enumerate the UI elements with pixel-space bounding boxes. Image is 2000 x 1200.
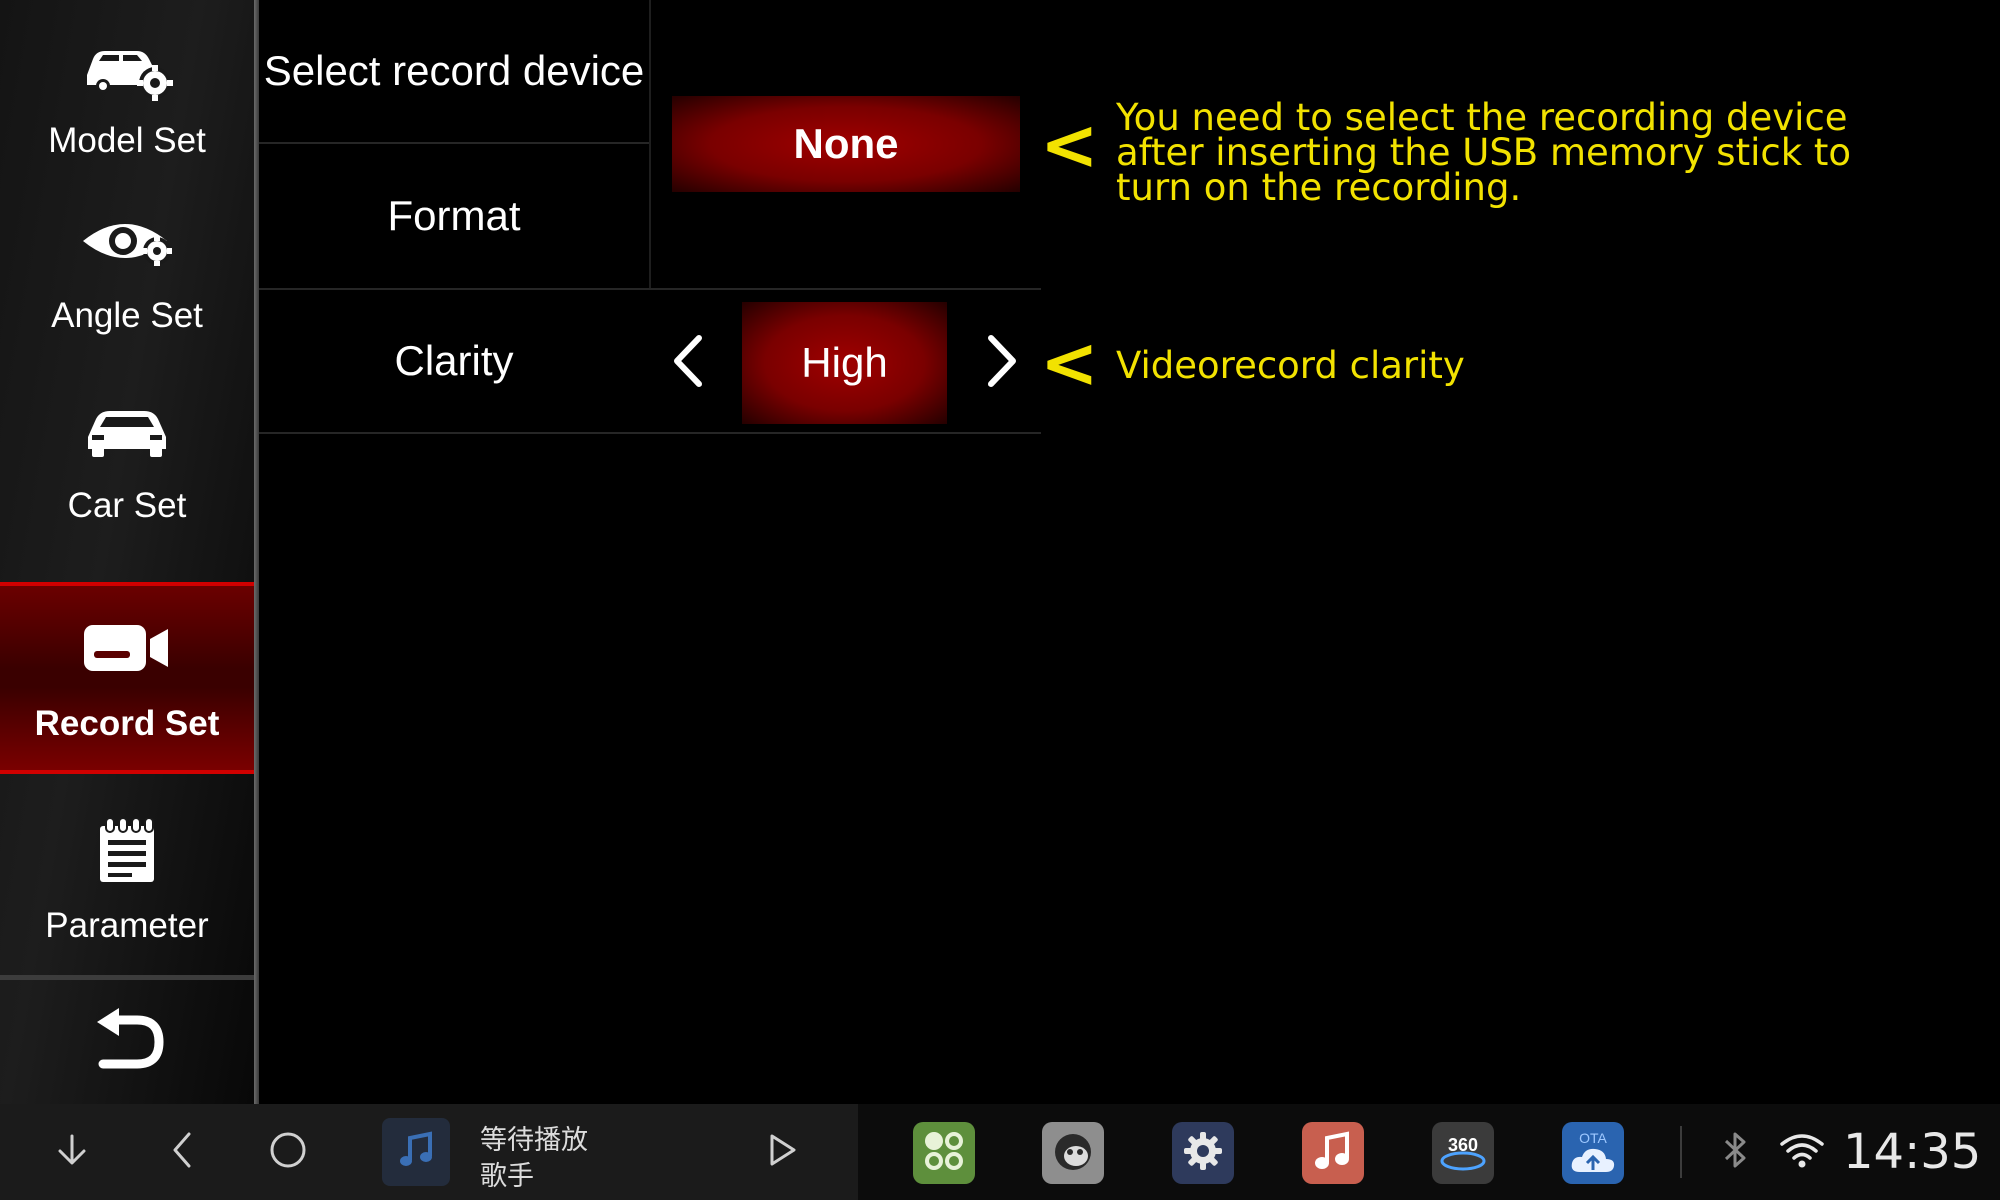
settings-app-button[interactable] [1172, 1122, 1234, 1184]
nav-back-button[interactable] [152, 1122, 212, 1182]
wifi-icon [1778, 1130, 1826, 1175]
clarity-note: Videorecord clarity [1116, 344, 1465, 387]
collapse-button[interactable] [42, 1122, 102, 1182]
clarity-prev-button[interactable] [658, 323, 718, 403]
home-button[interactable] [258, 1122, 318, 1182]
sidebar-item-label: Model Set [48, 121, 206, 160]
play-button[interactable] [752, 1122, 812, 1182]
home-circle-icon [268, 1130, 308, 1175]
sidebar-item-angle-set[interactable]: Angle Set [0, 175, 254, 365]
clarity-value: High [742, 302, 947, 424]
sidebar-item-parameter[interactable]: Parameter [0, 785, 254, 975]
eye-gear-icon [77, 204, 177, 278]
music-thumbnail[interactable] [382, 1118, 450, 1186]
device-note: You need to select the recording device … [1116, 96, 1852, 209]
music-note-icon [396, 1130, 436, 1175]
sidebar-item-model-set[interactable]: Model Set [0, 0, 254, 190]
back-button[interactable] [0, 980, 254, 1104]
music-artist: 歌手 [480, 1161, 534, 1192]
format-button[interactable]: Format [259, 144, 649, 288]
sidebar-item-label: Angle Set [51, 296, 203, 335]
return-arrow-icon [89, 1007, 165, 1077]
apps-grid-icon [922, 1129, 966, 1178]
bottom-bar: 等待播放 歌手 360 OTA 14:35 [0, 1104, 2000, 1200]
settings-gear-icon [1181, 1129, 1225, 1178]
record-device-selector[interactable]: None [672, 96, 1020, 192]
arrow-down-icon [52, 1130, 92, 1175]
sidebar-item-car-set[interactable]: Car Set [0, 365, 254, 555]
sidebar-item-record-set[interactable]: Record Set [0, 582, 254, 774]
sidebar-item-label: Parameter [45, 906, 209, 945]
music-title: 等待播放 [480, 1125, 588, 1156]
chevron-right-icon [985, 334, 1019, 393]
play-icon [766, 1132, 798, 1173]
status-clock: 14:35 [1843, 1124, 1982, 1180]
column-divider [649, 0, 651, 288]
bluetooth-status[interactable] [1705, 1122, 1765, 1182]
camcorder-icon [77, 612, 177, 686]
notepad-icon [77, 814, 177, 888]
clarity-label: Clarity [394, 337, 514, 384]
mascot-icon [1050, 1128, 1096, 1179]
music-app-button[interactable] [1302, 1122, 1364, 1184]
sidebar: Model Set Angle Set Car Set Record Set P… [0, 0, 258, 1104]
device-note-line: You need to select the recording device [1116, 96, 1848, 139]
ota-update-app-button[interactable]: OTA [1562, 1122, 1624, 1184]
camera-360-icon: 360 [1438, 1133, 1488, 1173]
device-note-pointer: < [1040, 104, 1099, 186]
sidebar-item-label: Car Set [67, 486, 187, 525]
camera-360-label: 360 [1447, 1135, 1479, 1155]
bluetooth-icon [1720, 1130, 1750, 1175]
sidebar-item-label: Record Set [34, 704, 220, 743]
chevron-left-icon [671, 334, 705, 393]
clarity-note-pointer: < [1040, 322, 1099, 404]
clarity-next-button[interactable] [972, 323, 1032, 403]
chevron-left-icon [167, 1130, 197, 1175]
app-launcher-button[interactable] [913, 1122, 975, 1184]
ota-cloud-icon: OTA [1568, 1130, 1618, 1176]
row-divider [259, 432, 1041, 434]
music-note-icon [1313, 1130, 1353, 1177]
tray-divider [1680, 1126, 1682, 1178]
select-record-device-label: Select record device [263, 47, 645, 94]
device-note-line: turn on the recording. [1116, 166, 1522, 209]
assistant-app-button[interactable] [1042, 1122, 1104, 1184]
device-note-line: after inserting the USB memory stick to [1116, 131, 1852, 174]
camera-360-app-button[interactable]: 360 [1432, 1122, 1494, 1184]
car-gear-icon [77, 29, 177, 103]
car-icon [77, 394, 177, 468]
wifi-status[interactable] [1772, 1122, 1832, 1182]
